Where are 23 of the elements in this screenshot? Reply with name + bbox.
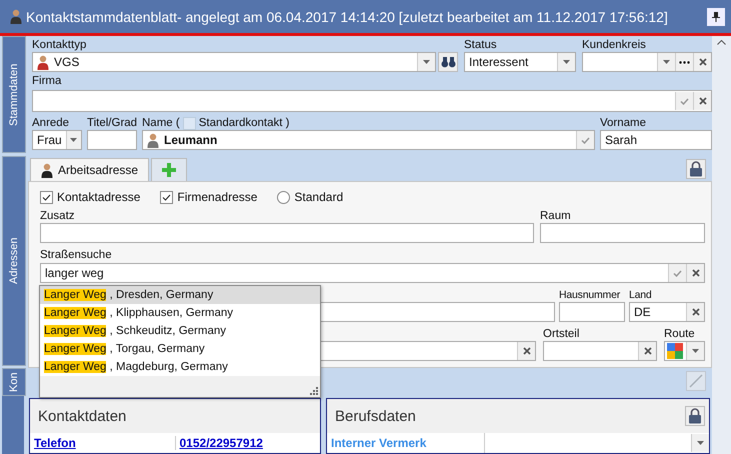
checkbox-label: Standardkontakt ): [198, 116, 290, 130]
field-label: Ortsteil: [543, 327, 580, 341]
field-label: Kontakttyp: [32, 38, 88, 52]
field-label: Kundenkreis: [582, 38, 647, 52]
card-title: Berufsdaten: [335, 408, 416, 424]
field-label: Firma: [32, 74, 62, 88]
field-label: Anrede: [32, 116, 70, 130]
field-label: Name (: [142, 116, 180, 130]
field-label: Vorname: [600, 116, 648, 130]
field-label: Route: [664, 327, 696, 341]
field-label: Titel/Grad: [87, 116, 137, 130]
option-label: Standard: [294, 190, 344, 204]
window-title: Kontaktstammdatenblatt- angelegt am 06.04.2017 14:14:20 [zuletzt bearbeitet am 11.12.2017 17:56:12]: [26, 8, 669, 24]
card-title: Kontaktdaten: [38, 408, 126, 424]
option-label: Kontaktadresse: [57, 190, 140, 204]
field-label: Status: [464, 38, 498, 52]
field-label: Straßensuche: [40, 248, 113, 262]
field-label: Land: [629, 288, 653, 302]
field-label: Raum: [540, 209, 572, 223]
field-label: Hausnummer: [559, 288, 622, 302]
option-label: Firmenadresse: [177, 190, 258, 204]
row-label: Interner Vermerk: [330, 436, 428, 450]
field-label: Zusatz: [40, 209, 76, 223]
